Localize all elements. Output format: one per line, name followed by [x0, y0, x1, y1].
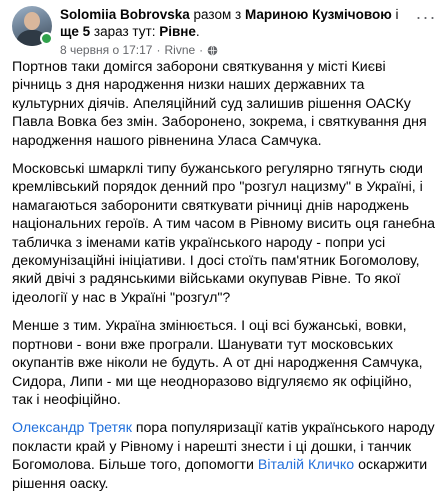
location-prefix: зараз тут:: [90, 24, 160, 39]
avatar-head: [24, 12, 40, 30]
meta-separator: ·: [156, 43, 161, 57]
author-avatar-wrapper[interactable]: [12, 6, 53, 46]
more-options-icon[interactable]: ···: [414, 8, 438, 30]
mention-link-klychko[interactable]: Віталій Кличко: [258, 457, 354, 473]
tagged-suffix: і: [391, 7, 399, 22]
meta-separator-2: ·: [199, 43, 204, 57]
post-title-line: Solomiia Bobrovska разом з Мариною Кузмі…: [60, 6, 438, 40]
post-paragraph-4: Олександр Третяк пора популяризації каті…: [12, 419, 436, 493]
online-status-dot: [40, 32, 53, 45]
post-paragraph-1: Портнов таки домігся заборони святкуванн…: [12, 59, 427, 149]
globe-icon[interactable]: [207, 44, 218, 56]
post-paragraph-3: Менше з тим. Україна змінюється. І оці в…: [12, 318, 423, 408]
location-link[interactable]: Рівне: [159, 24, 196, 39]
author-name-link[interactable]: Solomiia Bobrovska: [60, 7, 190, 22]
post-content: Портнов таки домігся заборони святкуванн…: [12, 58, 436, 503]
mention-link-tretiak[interactable]: Олександр Третяк: [12, 420, 132, 436]
location-suffix: .: [195, 24, 200, 39]
post-paragraph-2: Московські шмарклі типу бужанського регу…: [12, 161, 436, 306]
header-text: Solomiia Bobrovska разом з Мариною Кузмі…: [60, 6, 438, 58]
facebook-post: Solomiia Bobrovska разом з Мариною Кузмі…: [0, 0, 448, 492]
post-header: Solomiia Bobrovska разом з Мариною Кузмі…: [12, 6, 438, 58]
tagged-person-link[interactable]: Мариною Кузмічовою: [245, 7, 392, 22]
others-link[interactable]: ще 5: [60, 24, 90, 39]
post-meta: 8 червня о 17:17 · Rivne ·: [60, 42, 438, 58]
with-prefix: разом з: [189, 7, 245, 22]
post-date-link[interactable]: 8 червня о 17:17: [60, 42, 152, 58]
meta-place: Rivne: [164, 43, 196, 57]
